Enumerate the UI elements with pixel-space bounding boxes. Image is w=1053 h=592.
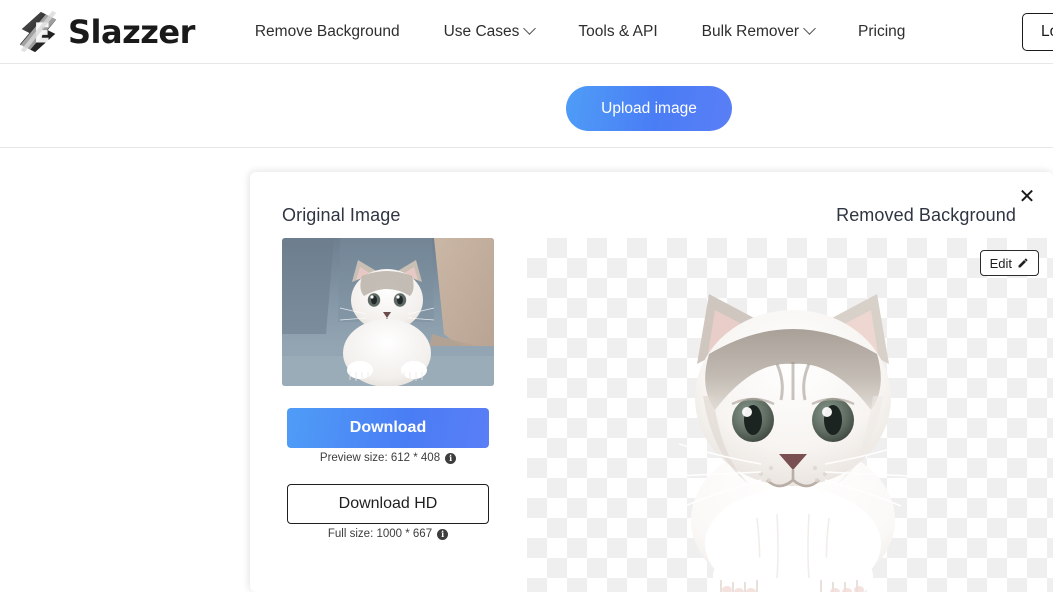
nav-item-pricing[interactable]: Pricing — [836, 23, 927, 41]
preview-size-note: Preview size: 612 * 408 i — [287, 452, 489, 464]
login-label: Login — [1041, 23, 1053, 40]
slazzer-logo-icon — [16, 9, 61, 54]
close-icon[interactable]: ✕ — [1015, 184, 1039, 208]
nav-label: Pricing — [858, 22, 906, 40]
download-button[interactable]: Download — [287, 408, 489, 448]
full-size-label: Full size: 1000 * 667 — [327, 528, 433, 540]
logo-text: Slazzer — [68, 12, 195, 51]
full-size-note: Full size: 1000 * 667 i — [287, 528, 489, 540]
kitten-on-couch-photo — [282, 238, 494, 386]
upload-bar: Upload image — [0, 64, 1053, 148]
kitten-cutout-image — [657, 268, 929, 592]
site-header: Slazzer Remove Background Use Cases Tool… — [0, 0, 1053, 64]
transparent-result-canvas: Edit — [527, 238, 1053, 592]
chevron-down-icon — [523, 22, 537, 35]
edit-button[interactable]: Edit — [979, 250, 1039, 276]
original-image-thumbnail[interactable] — [282, 238, 494, 386]
download-hd-button[interactable]: Download HD — [287, 484, 489, 524]
pencil-icon — [1018, 258, 1028, 268]
nav-item-tools-api[interactable]: Tools & API — [556, 23, 679, 41]
info-icon[interactable]: i — [445, 452, 457, 464]
nav-item-bulk-remover[interactable]: Bulk Remover — [680, 22, 836, 41]
nav-label: Tools & API — [578, 22, 658, 40]
nav-label: Use Cases — [443, 22, 520, 40]
login-button[interactable]: Login — [1022, 13, 1053, 51]
nav-item-remove-background[interactable]: Remove Background — [233, 23, 422, 41]
info-icon[interactable]: i — [437, 528, 449, 540]
edit-label: Edit — [989, 255, 1012, 271]
upload-image-button[interactable]: Upload image — [566, 86, 732, 131]
nav-item-use-cases[interactable]: Use Cases — [422, 22, 557, 41]
result-panel: ✕ Original Image Removed Background Down… — [250, 172, 1053, 592]
removed-background-title: Removed Background — [836, 205, 1016, 225]
preview-size-label: Preview size: 612 * 408 — [319, 452, 441, 464]
nav-label: Bulk Remover — [701, 22, 800, 40]
original-image-title: Original Image — [282, 205, 401, 225]
nav-label: Remove Background — [254, 22, 400, 40]
chevron-down-icon — [803, 22, 816, 35]
main-nav: Remove Background Use Cases Tools & API … — [233, 22, 928, 41]
kitten-cutout-transparent — [676, 294, 910, 592]
logo[interactable]: Slazzer — [14, 8, 195, 56]
